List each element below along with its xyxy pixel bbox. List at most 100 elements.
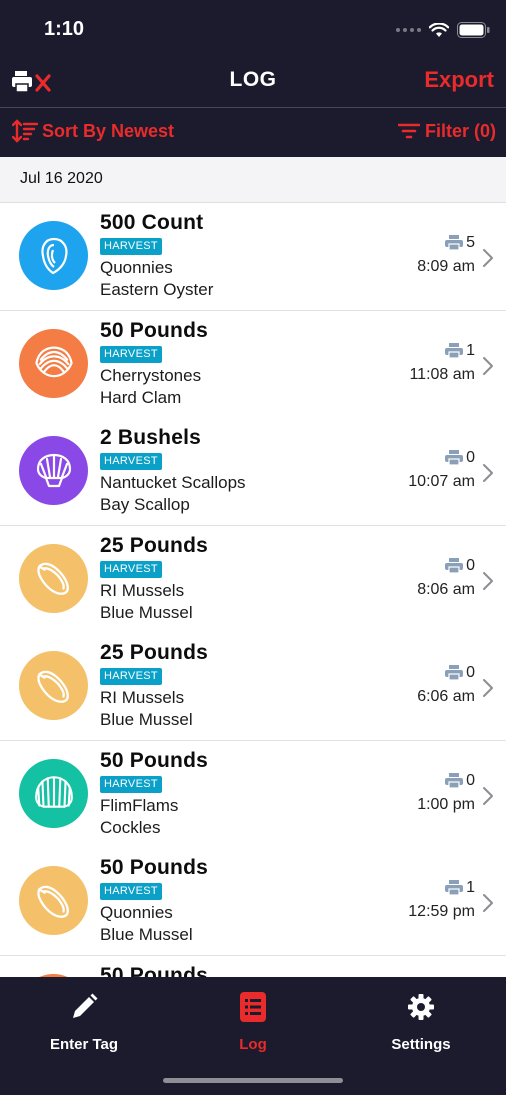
harvest-badge: HARVEST [100,883,162,900]
sort-icon [12,119,38,143]
filter-label: Filter (0) [424,120,496,141]
log-entry-row[interactable]: 2 Bushels HARVEST Nantucket Scallops Bay Sc… [0,418,506,526]
row-chevron [482,786,494,811]
print-count-value: 0 [466,556,475,574]
tab-settings[interactable]: Settings [346,991,496,1053]
printer-icon [445,450,464,466]
sort-button[interactable]: Sort By Newest [12,118,174,144]
species-avatar [19,866,88,935]
chevron-right-icon [483,894,493,912]
log-list[interactable]: 500 Count HARVEST Quonnies Eastern Oyster 5 8… [0,203,506,977]
entry-species: Blue Mussel [100,710,193,729]
log-entry-row[interactable]: 50 Pounds HARVEST Cherrystones Hard Clam 1 11… [0,310,506,419]
entry-quantity: 50 Pounds [100,963,208,978]
scallop-icon [34,451,74,491]
row-chevron [482,678,494,703]
filter-icon [397,123,420,139]
printer-icon [445,772,464,789]
entry-time: 6:06 am [417,688,475,705]
chevron-right-icon [483,571,493,590]
entry-location: RI Mussels [100,688,185,707]
log-entry-row[interactable]: 25 Pounds HARVEST RI Mussels Blue Mussel 0 8:… [0,525,506,634]
print-count: 0 [445,557,475,575]
status-time: 1:10 [44,18,85,40]
export-button[interactable]: Export [424,67,494,93]
mussel-icon [33,880,75,922]
entry-quantity: 25 Pounds [100,533,208,557]
entry-time: 1:00 pm [417,795,475,813]
log-entry-row[interactable]: 25 Pounds HARVEST RI Mussels Blue Mussel 0 6:… [0,633,506,741]
log-entry-row[interactable]: 500 Count HARVEST Quonnies Eastern Oyster 5 8… [0,203,506,311]
battery-icon [457,22,490,38]
print-count-value: 0 [466,771,475,789]
entry-species: Blue Mussel [100,602,193,622]
print-count: 0 [445,772,475,790]
species-avatar [19,651,88,720]
tab-enter-tag[interactable]: Enter Tag [9,991,159,1053]
row-chevron [482,356,494,381]
pencil-icon [73,993,98,1018]
harvest-badge: HARVEST [100,560,162,578]
printer-icon [445,557,464,574]
entry-quantity: 25 Pounds [100,641,208,664]
section-date: Jul 16 2020 [20,170,103,187]
entry-time: 12:59 pm [408,903,475,920]
entry-location: Quonnies [100,258,173,277]
species-avatar [19,436,88,505]
row-chevron [482,463,494,488]
chevron-right-icon [483,249,493,267]
entry-location: FlimFlams [100,795,179,815]
home-indicator [163,1078,343,1083]
species-avatar [19,328,88,398]
entry-species: Bay Scallop [100,495,190,514]
filter-button[interactable]: Filter (0) [397,118,496,144]
gear-icon [408,994,434,1020]
harvest-badge: HARVEST [100,668,162,685]
signal-icon [396,28,421,32]
entry-location: Nantucket Scallops [100,473,246,492]
chevron-right-icon [483,464,493,482]
harvest-badge: HARVEST [100,345,162,363]
species-avatar [19,758,88,828]
harvest-badge: HARVEST [100,453,162,470]
print-count-value: 0 [466,449,475,466]
cockle-icon [33,772,75,814]
print-count-value: 0 [466,664,475,681]
wifi-icon [429,22,449,37]
entry-quantity: 50 Pounds [100,318,208,342]
print-count: 1 [445,879,475,897]
header-divider [0,107,506,108]
entry-time: 8:09 am [417,258,475,275]
entry-location: Quonnies [100,903,173,922]
chevron-right-icon [483,786,493,805]
printer-icon [445,880,464,896]
entry-time: 8:06 am [417,580,475,598]
harvest-badge: HARVEST [100,238,162,255]
printer-icon [445,665,464,681]
list-icon [240,992,266,1022]
entry-quantity: 500 Count [100,211,204,234]
entry-time: 11:08 am [409,365,475,383]
mussel-icon [33,557,75,599]
log-entry-row[interactable]: 50 Pounds HARVEST Quonnies Blue Mussel 1 12:5… [0,848,506,956]
entry-quantity: 50 Pounds [100,856,208,879]
date-section-header: Jul 16 2020 [0,157,506,203]
chevron-right-icon [483,679,493,697]
entry-species: Blue Mussel [100,925,193,944]
entry-location: Cherrystones [100,365,202,385]
chevron-right-icon [483,356,493,375]
log-entry-row[interactable]: 50 Pounds [0,955,506,978]
entry-quantity: 50 Pounds [100,748,208,772]
log-entry-row[interactable]: 50 Pounds HARVEST FlimFlams Cockles 0 1:00 pm [0,740,506,849]
print-count-value: 5 [466,234,475,251]
app-header: 1:10 LOG Export Sort By Newest Filter (0… [0,0,506,157]
row-chevron [482,248,494,273]
row-chevron [482,893,494,918]
tab-label-log: Log [239,1036,267,1053]
entry-location: RI Mussels [100,580,185,600]
entry-quantity: 2 Bushels [100,426,202,449]
print-count: 5 [445,234,475,252]
tab-log[interactable]: Log [178,991,328,1053]
status-indicators [396,22,490,38]
oyster-icon [34,236,74,276]
